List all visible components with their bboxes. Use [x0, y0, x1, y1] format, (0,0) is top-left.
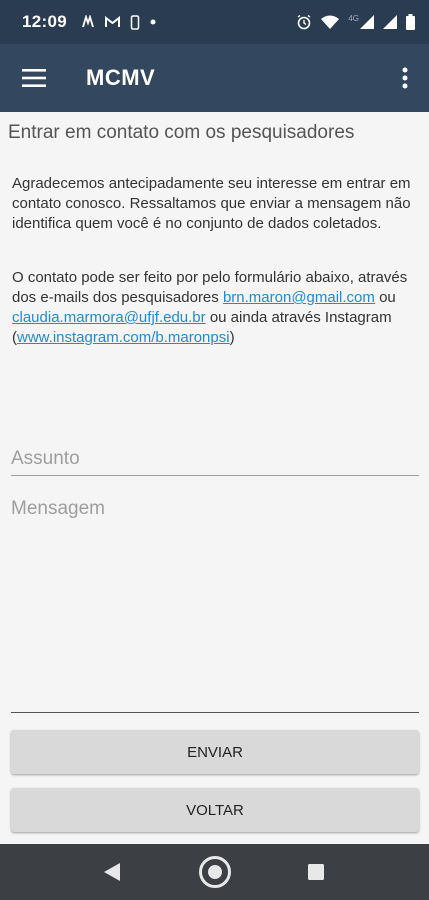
status-time: 12:09 [22, 12, 67, 31]
signal-icon [383, 15, 397, 29]
intro-paragraph: Agradecemos antecipadamente seu interess… [12, 175, 411, 232]
wifi-icon [321, 15, 340, 29]
recents-square-icon[interactable] [288, 844, 344, 900]
instagram-link[interactable]: www.instagram.com/b.maronpsi [17, 329, 230, 346]
app-title: MCMV [86, 65, 156, 90]
hamburger-menu-icon[interactable] [0, 44, 68, 112]
system-nav-bar [0, 844, 429, 900]
notification-icon [82, 15, 94, 28]
contact-page: Entrar em contato com os pesquisadores A… [0, 112, 429, 844]
gmail-icon [104, 16, 120, 27]
signal-icon [360, 15, 374, 29]
closing-text: ) [229, 329, 235, 346]
connector-text: ou [374, 289, 396, 306]
home-circle-icon[interactable] [187, 844, 243, 900]
message-field [11, 498, 419, 713]
back-triangle-icon[interactable] [84, 844, 140, 900]
dot-icon [150, 19, 156, 25]
status-bar: 12:09 4G [0, 0, 429, 44]
page-title: Entrar em contato com os pesquisadores [8, 122, 355, 143]
battery-icon [406, 14, 415, 30]
alarm-icon [297, 14, 311, 30]
more-vert-icon[interactable] [381, 44, 429, 112]
email-link-maron[interactable]: brn.maron@gmail.com [223, 289, 375, 306]
app-bar: MCMV [0, 44, 429, 112]
subject-input[interactable] [11, 444, 419, 474]
subject-field [11, 444, 419, 476]
send-button[interactable]: ENVIAR [11, 730, 419, 774]
email-link-marmora[interactable]: claudia.marmora@ufjf.edu.br [12, 309, 206, 326]
phone-icon [130, 14, 140, 30]
network-type-label: 4G [348, 13, 359, 23]
back-button[interactable]: VOLTAR [11, 788, 419, 832]
message-input[interactable] [11, 498, 419, 712]
status-notification-icons [81, 14, 156, 30]
contact-paragraph: O contato pode ser feito por pelo formul… [12, 268, 417, 348]
